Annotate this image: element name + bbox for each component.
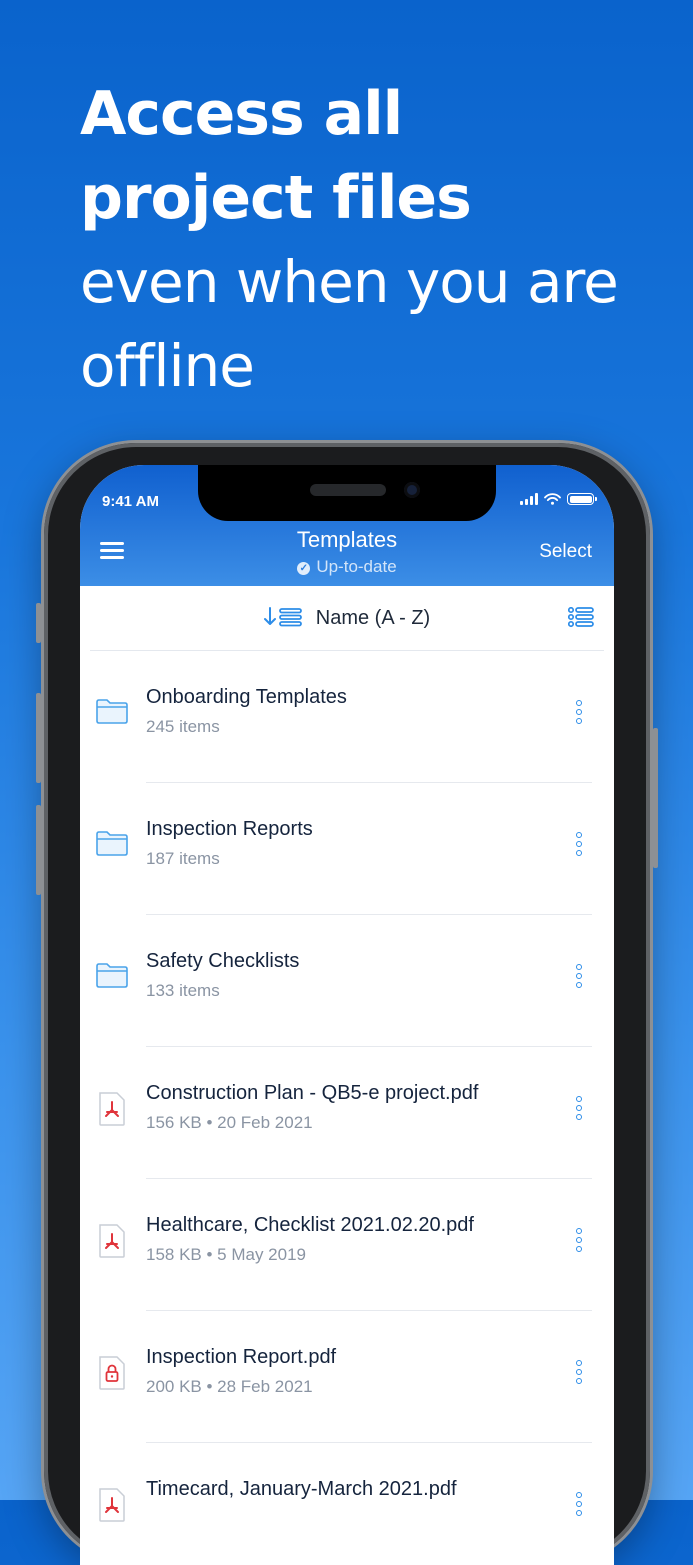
sort-label: Name (A - Z)	[315, 607, 431, 629]
pdf-file-icon	[99, 1224, 125, 1258]
more-options-icon[interactable]	[575, 1228, 583, 1252]
item-meta: 200 KB • 28 Feb 2021	[146, 1377, 313, 1396]
folder-icon	[96, 699, 128, 724]
item-meta: 158 KB • 5 May 2019	[146, 1245, 306, 1264]
file-list: Onboarding Templates 245 items Inspectio…	[80, 651, 614, 1565]
list-item[interactable]: Safety Checklists 133 items	[80, 915, 614, 1047]
phone-screen: 9:41 AM Templates ✓ Up-to-date Select Na…	[80, 465, 614, 1565]
more-options-icon[interactable]	[575, 832, 583, 856]
headline-line-4: offline	[80, 332, 255, 400]
more-options-icon[interactable]	[575, 1360, 583, 1384]
page-title: Templates	[296, 527, 398, 552]
front-camera	[404, 482, 420, 498]
sort-descending-icon	[263, 607, 302, 627]
power-button	[653, 728, 658, 868]
item-name: Safety Checklists	[146, 950, 300, 972]
headline-line-3: even when you are	[80, 248, 619, 316]
check-circle-icon: ✓	[297, 562, 311, 575]
item-name: Onboarding Templates	[146, 686, 347, 708]
sync-status-label: Up-to-date	[316, 557, 397, 576]
volume-up-button	[36, 693, 41, 783]
item-meta: 156 KB • 20 Feb 2021	[146, 1113, 313, 1132]
status-icons	[520, 493, 597, 505]
cellular-signal-icon	[520, 493, 538, 505]
sync-status: ✓ Up-to-date	[80, 557, 614, 577]
item-name: Construction Plan - QB5-e project.pdf	[146, 1082, 479, 1104]
more-options-icon[interactable]	[575, 1096, 583, 1120]
wifi-icon	[544, 493, 561, 505]
more-options-icon[interactable]	[575, 1492, 583, 1516]
notch	[198, 465, 496, 521]
battery-icon	[567, 493, 597, 505]
folder-icon	[96, 963, 128, 988]
item-name: Inspection Report.pdf	[146, 1346, 337, 1368]
list-item[interactable]: Construction Plan - QB5-e project.pdf 15…	[80, 1047, 614, 1179]
headline: Access all project files even when you a…	[80, 72, 619, 408]
item-meta: 245 items	[146, 717, 220, 736]
sort-control[interactable]: Name (A - Z)	[90, 606, 604, 630]
list-item[interactable]: Onboarding Templates 245 items	[80, 651, 614, 783]
pdf-file-icon	[99, 1092, 125, 1126]
sort-bar: Name (A - Z)	[90, 586, 604, 651]
item-name: Inspection Reports	[146, 818, 313, 840]
phone-frame: 9:41 AM Templates ✓ Up-to-date Select Na…	[36, 443, 658, 1565]
headline-line-1: Access all	[80, 79, 403, 149]
item-name: Healthcare, Checklist 2021.02.20.pdf	[146, 1214, 474, 1236]
speaker	[310, 484, 386, 496]
list-item[interactable]: Healthcare, Checklist 2021.02.20.pdf 158…	[80, 1179, 614, 1311]
item-meta: 133 items	[146, 981, 220, 1000]
list-item[interactable]: Inspection Report.pdf 200 KB • 28 Feb 20…	[80, 1311, 614, 1443]
list-item[interactable]: Timecard, January-March 2021.pdf	[80, 1443, 614, 1565]
folder-icon	[96, 831, 128, 856]
status-time: 9:41 AM	[102, 493, 159, 510]
item-name: Timecard, January-March 2021.pdf	[146, 1478, 457, 1500]
more-options-icon[interactable]	[575, 964, 583, 988]
headline-line-2: project files	[80, 163, 472, 233]
more-options-icon[interactable]	[575, 700, 583, 724]
item-meta: 187 items	[146, 849, 220, 868]
pdf-file-icon	[99, 1488, 125, 1522]
list-view-icon[interactable]	[568, 607, 594, 627]
select-button[interactable]: Select	[539, 541, 592, 563]
list-item[interactable]: Inspection Reports 187 items	[80, 783, 614, 915]
mute-switch	[36, 603, 41, 643]
volume-down-button	[36, 805, 41, 895]
locked-file-icon	[99, 1356, 125, 1390]
